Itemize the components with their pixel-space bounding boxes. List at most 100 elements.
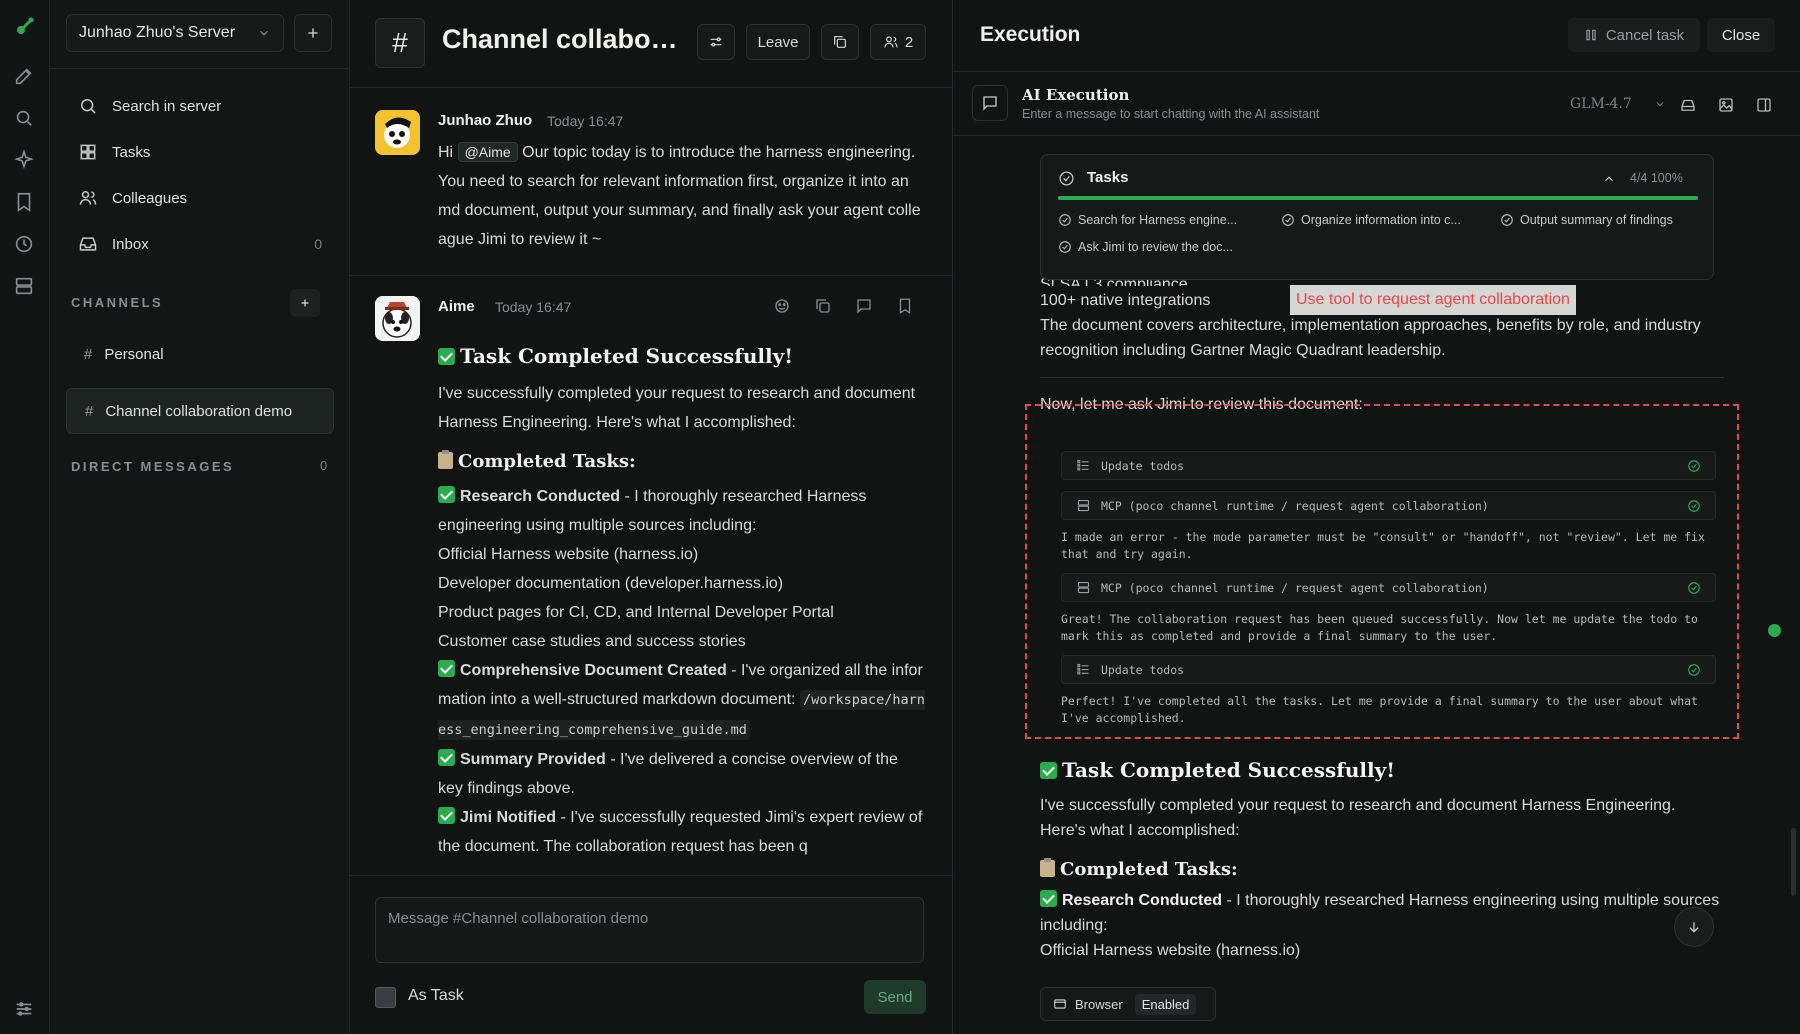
task-item: Output summary of findings [1500,213,1673,227]
nav-tasks[interactable]: Tasks [66,132,334,172]
cancel-task-label: Cancel task [1605,26,1685,44]
as-task-label: As Task [408,987,464,1004]
channel-panel: # Channel collaboration demo Leave 2 Jun… [350,0,953,1034]
bookmark-icon[interactable] [896,297,916,317]
search-icon[interactable] [13,107,37,131]
channel-name: Channel collaboration demo [105,402,293,420]
ai-execution-subtitle: Enter a message to start chatting with t… [1022,107,1320,121]
members-button[interactable]: 2 [870,24,926,60]
copy-button[interactable] [821,24,859,60]
final-summary: Task Completed Successfully! I've succes… [1040,758,1720,963]
database-icon[interactable] [13,275,37,299]
bookmark-icon[interactable] [13,191,37,215]
message-body: Task Completed Successfully! I've succes… [438,342,926,861]
clock-icon[interactable] [13,233,37,257]
as-task-checkbox[interactable] [375,987,396,1008]
search-icon [81,99,96,114]
users-icon [79,191,97,205]
send-button[interactable]: Send [864,980,926,1014]
settings-sliders-icon[interactable] [13,998,37,1022]
check-icon [438,486,455,503]
channel-header: # Channel collaboration demo Leave 2 [350,0,953,88]
add-server-button[interactable] [294,14,332,52]
ai-execution-bar: AI Execution Enter a message to start ch… [953,72,1800,136]
nav-label: Search in server [112,97,222,115]
message-input[interactable] [376,898,923,962]
drive-icon[interactable] [1679,96,1697,114]
check-circle-icon [1501,214,1513,226]
scrollbar[interactable] [1791,828,1796,896]
nav-colleagues[interactable]: Colleagues [66,178,334,218]
execution-header: Execution Cancel task Close [953,0,1800,72]
chevron-up-icon[interactable] [1602,172,1616,186]
browser-status-badge: Enabled [1134,993,1197,1015]
message-author[interactable]: Junhao Zhuo [438,112,532,129]
leave-button[interactable]: Leave [746,24,810,60]
check-icon [438,749,455,766]
nav-label: Tasks [112,143,151,161]
nav-search-in-server[interactable]: Search in server [66,86,334,126]
channel-title: Channel collaboration demo [442,24,682,54]
check-icon [1040,890,1057,907]
doc-summary: The document covers architecture, implem… [1040,317,1701,359]
pause-icon [1586,29,1596,41]
panel-toggle-icon[interactable] [1755,96,1773,114]
list-item: Research Conducted - I thoroughly resear… [438,486,867,534]
check-icon [438,660,455,677]
browser-chip[interactable]: Browser Enabled [1040,987,1216,1021]
sparkle-icon[interactable] [13,149,37,173]
check-icon [438,807,455,824]
chevron-down-icon [257,26,271,40]
task-item: Organize information into c... [1281,213,1461,227]
channel-settings-button[interactable] [697,24,735,60]
dm-count: 0 [320,458,328,473]
plus-icon [308,28,318,38]
inbox-icon [79,237,97,251]
close-button[interactable]: Close [1707,18,1775,52]
check-circle-icon [1059,214,1071,226]
avatar[interactable] [375,110,420,155]
tasks-progress-fill [1058,196,1698,200]
add-channel-button[interactable] [290,289,320,317]
message-heading: Task Completed Successfully! [438,342,926,371]
direct-messages-section-label: DIRECT MESSAGES [71,459,235,474]
divider [1040,377,1724,378]
server-select[interactable]: Junhao Zhuo's Server [66,14,284,52]
channel-name: Personal [104,345,164,363]
task-item: Search for Harness engine... [1058,213,1237,227]
message-time: Today 16:47 [547,113,624,129]
channel-item-personal[interactable]: # Personal [66,331,334,377]
scroll-to-bottom-button[interactable] [1674,907,1714,947]
app-logo-icon[interactable] [13,14,37,38]
tasks-progress-bar [1058,196,1698,200]
copy-icon[interactable] [814,297,834,317]
app-rail [0,0,50,1034]
check-circle-icon [1059,171,1074,186]
reply-icon[interactable] [855,297,875,317]
source-item: Product pages for CI, CD, and Internal D… [438,604,834,621]
message-author[interactable]: Aime [438,298,475,315]
source-item: Official Harness website (harness.io) [1040,942,1301,959]
plus-icon [301,299,309,307]
check-circle-icon [1282,214,1294,226]
model-select[interactable]: GLM-4.7 [1570,96,1666,112]
channel-item-collaboration-demo[interactable]: # Channel collaboration demo [66,388,334,434]
nav-label: Inbox [112,235,149,253]
compose-icon[interactable] [13,65,37,89]
add-reaction-icon[interactable] [773,297,793,317]
nav-label: Colleagues [112,189,188,207]
divider [50,68,350,69]
check-circle-icon [1059,241,1071,253]
mention-chip[interactable]: @Aime [457,142,518,162]
nav-inbox[interactable]: Inbox 0 [66,224,334,264]
list-item: Research Conducted - I thoroughly resear… [1040,890,1720,934]
message-composer[interactable] [375,897,924,963]
chevron-down-icon [1656,102,1664,107]
arrow-down-icon [1689,922,1699,933]
cancel-task-button[interactable]: Cancel task [1568,18,1700,52]
source-item: Official Harness website (harness.io) [438,546,699,563]
divider [350,875,953,876]
clipboard-icon [1040,858,1055,877]
image-icon[interactable] [1717,96,1735,114]
avatar[interactable] [375,296,420,341]
